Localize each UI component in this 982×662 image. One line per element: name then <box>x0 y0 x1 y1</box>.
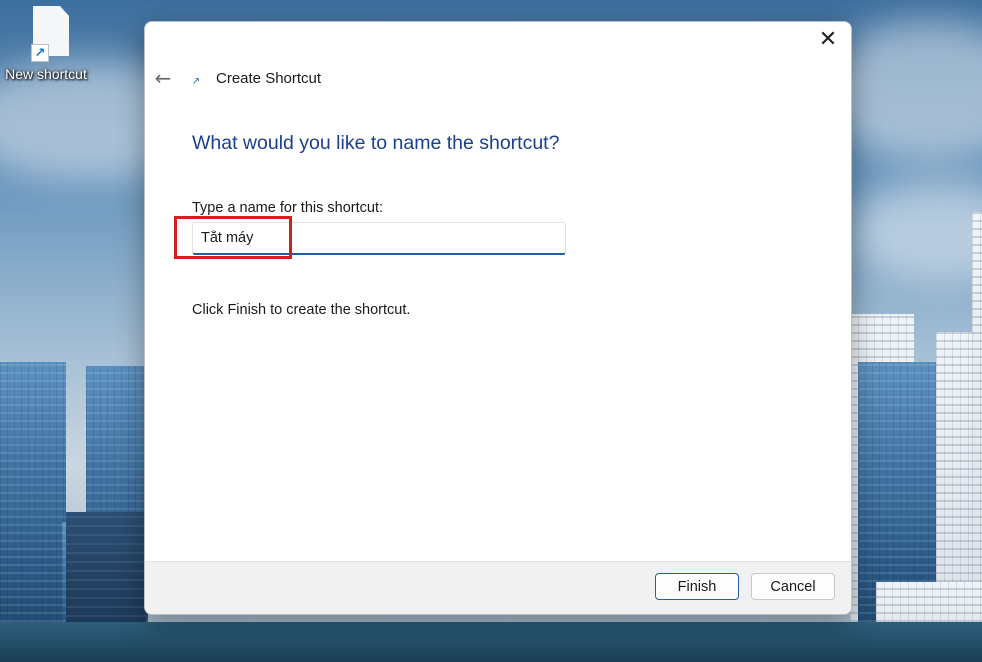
file-icon: ↗ <box>21 6 71 62</box>
finish-button[interactable]: Finish <box>655 573 739 600</box>
finish-instruction: Click Finish to create the shortcut. <box>192 302 411 318</box>
shortcut-title-icon: ↗ <box>191 76 201 87</box>
create-shortcut-dialog: ✕ ← ↗ Create Shortcut What would you lik… <box>144 21 852 615</box>
desktop-shortcut-label: New shortcut <box>5 66 87 82</box>
shortcut-name-label: Type a name for this shortcut: <box>192 200 384 216</box>
desktop-background: ↗ New shortcut ✕ ← ↗ Create Shortcut Wha… <box>0 0 982 662</box>
shortcut-name-input[interactable] <box>192 222 566 255</box>
shortcut-arrow-icon: ↗ <box>31 44 49 62</box>
dialog-title: Create Shortcut <box>216 70 322 87</box>
dialog-footer: Finish Cancel <box>145 561 851 614</box>
page-heading: What would you like to name the shortcut… <box>192 132 560 154</box>
close-button[interactable]: ✕ <box>811 26 845 56</box>
cancel-button[interactable]: Cancel <box>751 573 835 600</box>
desktop-shortcut-new-shortcut[interactable]: ↗ New shortcut <box>0 6 92 82</box>
back-arrow-icon[interactable]: ← <box>151 66 175 90</box>
